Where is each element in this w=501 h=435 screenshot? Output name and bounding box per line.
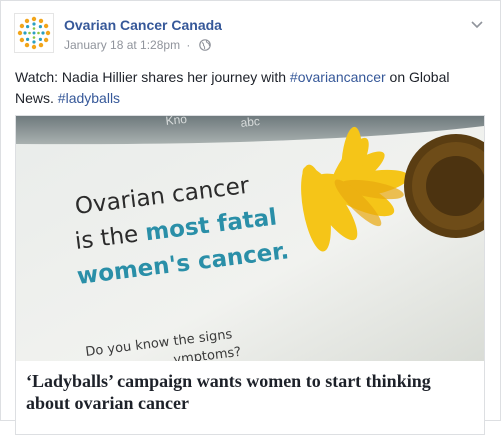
- post-header: Ovarian Cancer Canada January 18 at 1:28…: [14, 13, 490, 57]
- ovarian-cancer-poster-photo: Kno abc Ovarian cancer is the most fatal…: [16, 116, 484, 361]
- meta-separator: ·: [186, 38, 191, 52]
- post-meta: January 18 at 1:28pm ·: [64, 38, 211, 52]
- link-preview-title[interactable]: ‘Ladyballs’ campaign wants women to star…: [26, 370, 476, 414]
- ovarian-cancer-canada-logo: [17, 16, 51, 50]
- caption-text: Watch: Nadia Hillier shares her journey …: [15, 69, 290, 85]
- hashtag-ladyballs[interactable]: #ladyballs: [58, 90, 120, 106]
- hashtag-ovariancancer[interactable]: #ovariancancer: [290, 69, 386, 85]
- facebook-post: Ovarian Cancer Canada January 18 at 1:28…: [0, 0, 501, 435]
- globe-icon[interactable]: [198, 39, 211, 51]
- post-caption: Watch: Nadia Hillier shares her journey …: [15, 67, 485, 109]
- page-name-link[interactable]: Ovarian Cancer Canada: [64, 17, 222, 33]
- link-preview-image[interactable]: Kno abc Ovarian cancer is the most fatal…: [16, 116, 484, 361]
- link-preview-card[interactable]: Kno abc Ovarian cancer is the most fatal…: [15, 115, 485, 435]
- page-avatar[interactable]: [14, 13, 54, 53]
- svg-text:abc: abc: [240, 116, 261, 130]
- chevron-down-icon[interactable]: [470, 17, 484, 31]
- timestamp-link[interactable]: January 18 at 1:28pm: [64, 38, 180, 52]
